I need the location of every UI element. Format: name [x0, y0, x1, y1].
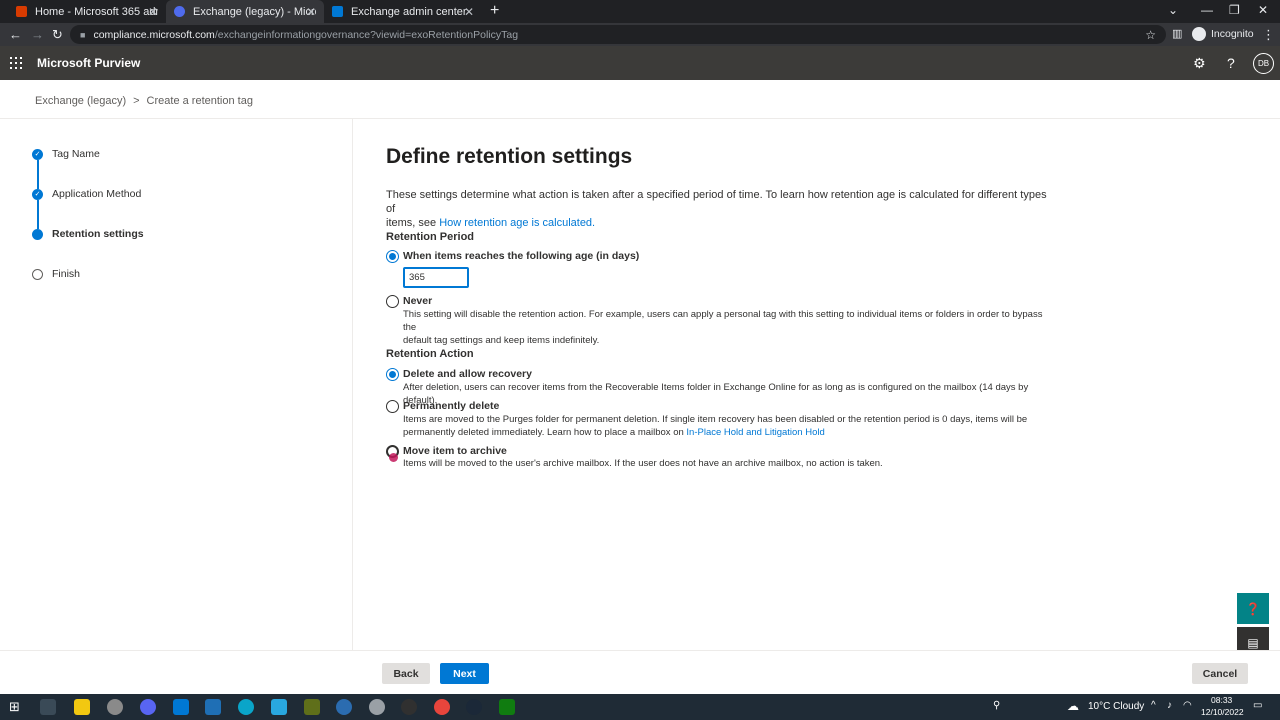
cloud-icon: ☁ — [1067, 699, 1079, 713]
app-launcher-icon[interactable] — [10, 57, 22, 69]
mouse-cursor-icon — [389, 453, 398, 462]
avatar[interactable]: DB — [1253, 53, 1274, 74]
app-icon[interactable] — [401, 699, 417, 715]
close-tab-icon[interactable]: ✕ — [464, 5, 474, 19]
settings-gear-icon[interactable]: ⚙ — [1193, 55, 1206, 72]
incognito-icon — [1192, 27, 1206, 41]
current-step-icon — [32, 228, 43, 240]
steam-icon[interactable] — [466, 699, 482, 715]
retention-settings-form: Define retention settings These settings… — [386, 145, 1056, 469]
help-icon[interactable]: ? — [1227, 55, 1235, 71]
checkmark-icon: ✓ — [32, 148, 43, 160]
tab-search-icon[interactable]: ⌄ — [1168, 3, 1178, 17]
radio-selected-icon — [386, 250, 399, 263]
intro-text: These settings determine what action is … — [386, 189, 1047, 229]
step-connector — [37, 160, 39, 189]
retention-age-link[interactable]: How retention age is calculated. — [439, 217, 595, 229]
radio-empty-icon — [386, 400, 399, 413]
powershell-icon[interactable] — [205, 699, 221, 715]
tab-exchange-legacy[interactable]: Exchange (legacy) - Microsoft Pu ✕ — [166, 0, 324, 23]
tray-chevron-icon[interactable]: ^ — [1151, 700, 1156, 711]
url-field[interactable]: ■ compliance.microsoft.com /exchangeinfo… — [70, 25, 1166, 44]
xbox-icon[interactable] — [499, 699, 515, 715]
cancel-button[interactable]: Cancel — [1192, 663, 1248, 684]
lock-icon: ■ — [80, 29, 86, 40]
permanent-delete-description: Items are moved to the Purges folder for… — [403, 414, 1028, 438]
app-icon[interactable] — [107, 699, 123, 715]
radio-selected-icon — [386, 368, 399, 381]
side-panel-icon[interactable]: ▥ — [1172, 27, 1182, 40]
windows-taskbar: ⊞ ⚲ ☁ 10°C Cloudy ^ ♪ ◠ 08:33 12/10/2022… — [0, 694, 1280, 720]
person-icon[interactable]: ⚲ — [993, 700, 1000, 711]
edge-icon[interactable] — [238, 699, 254, 715]
back-arrow-icon[interactable]: ← — [9, 27, 22, 42]
discord-icon[interactable] — [140, 699, 156, 715]
tab-exchange-admin[interactable]: Exchange admin center ✕ — [324, 0, 482, 23]
minimize-icon[interactable]: — — [1201, 3, 1213, 17]
next-button[interactable]: Next — [440, 663, 489, 684]
back-button[interactable]: Back — [382, 663, 430, 684]
breadcrumb-current: Create a retention tag — [146, 95, 253, 107]
step-finish[interactable]: Finish — [32, 268, 80, 280]
file-explorer-icon[interactable] — [74, 699, 90, 715]
reload-icon[interactable]: ↻ — [52, 27, 63, 43]
app-icon[interactable] — [304, 699, 320, 715]
app-icon[interactable] — [336, 699, 352, 715]
retention-period-heading: Retention Period — [386, 231, 475, 243]
purview-shield-icon — [174, 6, 185, 17]
retention-action-heading: Retention Action — [386, 348, 474, 360]
restore-icon[interactable]: ❐ — [1229, 3, 1240, 17]
breadcrumb-separator-icon: > — [133, 95, 140, 107]
radio-never[interactable]: Never — [386, 295, 432, 308]
step-retention-settings[interactable]: Retention settings — [32, 228, 144, 240]
close-window-icon[interactable]: ✕ — [1258, 3, 1268, 17]
bookmark-star-icon[interactable]: ☆ — [1145, 28, 1156, 42]
tab-m365-admin[interactable]: Home - Microsoft 365 admin cen ✕ — [8, 0, 166, 23]
app-title[interactable]: Microsoft Purview — [37, 56, 140, 70]
notification-icon[interactable]: ▭ — [1253, 700, 1262, 711]
forward-arrow-icon[interactable]: → — [31, 27, 44, 42]
archive-description: Items will be moved to the user's archiv… — [403, 458, 883, 469]
speaker-icon[interactable]: ♪ — [1167, 700, 1172, 711]
weather-text[interactable]: 10°C Cloudy — [1088, 701, 1144, 712]
radio-empty-icon — [386, 295, 399, 308]
chrome-icon[interactable] — [434, 699, 450, 715]
radio-permanently-delete[interactable]: Permanently delete — [386, 400, 499, 413]
breadcrumb: Exchange (legacy) > Create a retention t… — [35, 95, 253, 107]
store-icon[interactable] — [271, 699, 287, 715]
app-icon[interactable] — [173, 699, 189, 715]
days-input[interactable]: 365 — [403, 267, 469, 288]
purview-header: Microsoft Purview ⚙ ? DB — [0, 46, 1280, 80]
task-view-icon[interactable] — [40, 699, 56, 715]
pending-step-icon — [32, 268, 43, 280]
radio-age-days[interactable]: When items reaches the following age (in… — [386, 250, 639, 263]
browser-menu-icon[interactable]: ⋮ — [1262, 27, 1275, 43]
step-application-method[interactable]: ✓ Application Method — [32, 188, 141, 200]
browser-tab-strip: Home - Microsoft 365 admin cen ✕ Exchang… — [0, 0, 1280, 23]
office-icon — [16, 6, 27, 17]
radio-delete-allow-recovery[interactable]: Delete and allow recovery — [386, 368, 532, 381]
checkmark-icon: ✓ — [32, 188, 43, 200]
wizard-footer: Back Next Cancel — [0, 650, 1280, 694]
exchange-icon — [332, 6, 343, 17]
step-connector — [37, 200, 39, 229]
breadcrumb-exchange-legacy[interactable]: Exchange (legacy) — [35, 95, 126, 107]
app-icon[interactable] — [369, 699, 385, 715]
close-tab-icon[interactable]: ✕ — [148, 5, 158, 19]
in-place-hold-link[interactable]: In-Place Hold and Litigation Hold — [686, 427, 824, 438]
incognito-indicator[interactable]: Incognito — [1192, 27, 1254, 41]
help-lightbulb-icon[interactable]: ❓ — [1237, 593, 1269, 624]
clock-date[interactable]: 12/10/2022 — [1201, 707, 1244, 717]
close-tab-icon[interactable]: ✕ — [306, 5, 316, 19]
clock-time[interactable]: 08:33 — [1211, 695, 1232, 705]
step-tag-name[interactable]: ✓ Tag Name — [32, 148, 100, 160]
network-icon[interactable]: ◠ — [1183, 700, 1192, 711]
delete-recovery-description: After deletion, users can recover items … — [403, 382, 1029, 406]
address-bar: ← → ↻ ■ compliance.microsoft.com /exchan… — [0, 23, 1280, 46]
page-title: Define retention settings — [386, 145, 633, 168]
never-description: This setting will disable the retention … — [403, 309, 1043, 346]
new-tab-button[interactable]: + — [490, 2, 499, 20]
windows-start-icon[interactable]: ⊞ — [9, 699, 20, 715]
